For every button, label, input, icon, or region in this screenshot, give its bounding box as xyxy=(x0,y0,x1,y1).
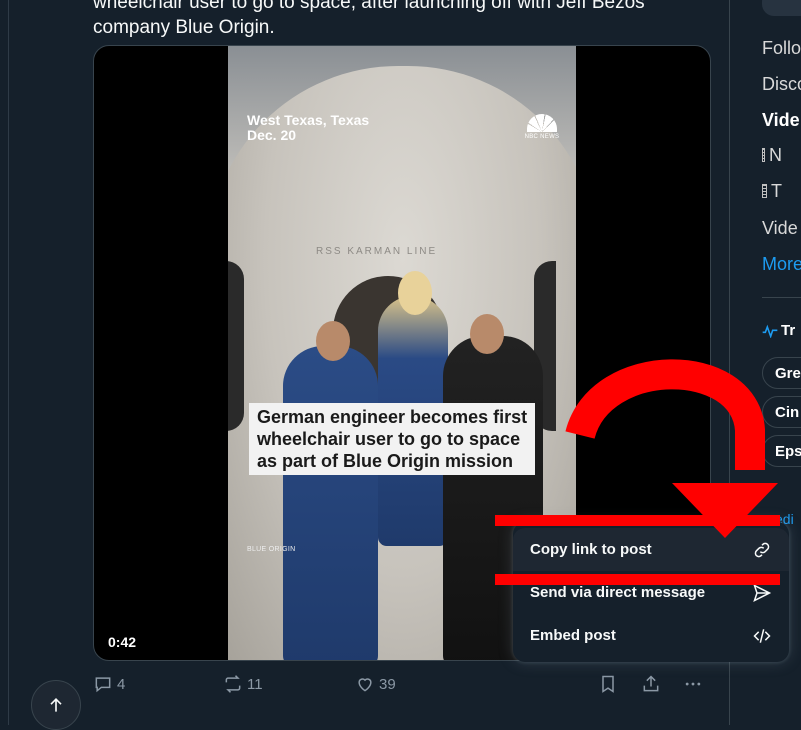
bookmark-icon xyxy=(602,675,614,693)
person-head xyxy=(398,271,432,315)
newspaper-icon xyxy=(762,148,765,162)
trend-chip[interactable]: Eps xyxy=(762,435,801,467)
video-caption: German engineer becomes first wheelchair… xyxy=(249,403,536,475)
menu-item-label: Embed post xyxy=(530,627,616,644)
person-head xyxy=(470,314,504,354)
more-button[interactable] xyxy=(683,674,703,694)
caption-line: as part of Blue Origin mission xyxy=(257,451,514,471)
repost-count: 11 xyxy=(247,675,263,693)
peacock-icon xyxy=(527,114,557,132)
send-icon xyxy=(753,583,772,602)
like-count: 39 xyxy=(379,675,396,693)
sidebar-item-discover[interactable]: Disco xyxy=(762,74,801,95)
person-head xyxy=(316,321,350,361)
reply-button[interactable]: 4 xyxy=(93,674,125,694)
sidebar-doc-label: N xyxy=(769,144,782,165)
sidebar-item-videos[interactable]: Vide xyxy=(762,218,798,239)
sidebar-item-video[interactable]: Vide xyxy=(762,110,800,131)
video-location: West Texas, Texas Dec. 20 xyxy=(247,113,369,143)
video-credit: BLUE ORIGIN xyxy=(247,546,296,553)
capsule-window xyxy=(228,261,244,431)
trend-chip[interactable]: Gre xyxy=(762,357,801,389)
date-text: Dec. 20 xyxy=(247,127,297,143)
reply-count: 4 xyxy=(117,675,126,693)
caption-line: German engineer becomes first xyxy=(257,407,528,427)
sidebar-divider xyxy=(762,297,801,298)
bookmark-button[interactable] xyxy=(598,674,618,694)
menu-item-label: Send via direct message xyxy=(530,584,706,601)
post-text-line: company Blue Origin. xyxy=(93,17,275,38)
share-menu: Copy link to post Send via direct messag… xyxy=(513,522,789,662)
search-box[interactable] xyxy=(762,0,801,16)
sidebar-more-link[interactable]: More xyxy=(762,254,801,275)
share-button[interactable] xyxy=(641,674,661,694)
trending-icon xyxy=(762,324,778,338)
sidebar-doc-label: T xyxy=(771,180,782,201)
trending-label: Tr xyxy=(781,322,796,339)
sidebar-item-doc2[interactable]: T xyxy=(762,180,782,201)
repost-button[interactable]: 11 xyxy=(223,674,263,694)
sidebar-item-doc1[interactable]: N xyxy=(762,144,782,165)
location-text: West Texas, Texas xyxy=(247,112,370,128)
trend-chip[interactable]: Cin xyxy=(762,396,801,428)
menu-item-copy-link[interactable]: Copy link to post xyxy=(513,528,789,571)
nbc-logo: NBC NEWS xyxy=(522,114,562,140)
code-icon xyxy=(753,628,771,643)
share-icon xyxy=(643,675,659,692)
newspaper-icon xyxy=(762,184,767,198)
menu-item-label: Copy link to post xyxy=(530,541,652,558)
more-icon xyxy=(685,682,701,686)
trending-heading: Tr xyxy=(762,322,795,339)
capsule-label: RSS KARMAN LINE xyxy=(316,246,438,257)
sidebar-item-following[interactable]: Follo xyxy=(762,38,801,59)
person-figure xyxy=(283,346,378,660)
left-divider xyxy=(8,0,9,725)
post-text: wheelchair user to go to space, after la… xyxy=(93,0,713,40)
caption-line: wheelchair user to go to space xyxy=(257,429,521,449)
post-text-line: wheelchair user to go to space, after la… xyxy=(93,0,649,13)
post-actions: 4 11 39 xyxy=(93,674,713,698)
heart-icon xyxy=(358,678,372,692)
menu-item-send-dm[interactable]: Send via direct message xyxy=(513,571,789,614)
reply-icon xyxy=(95,677,111,693)
link-icon xyxy=(754,542,770,557)
menu-item-embed[interactable]: Embed post xyxy=(513,614,789,657)
video-duration: 0:42 xyxy=(108,634,137,650)
nbc-logo-text: NBC NEWS xyxy=(524,134,560,140)
scroll-to-top-button[interactable] xyxy=(31,680,81,730)
repost-icon xyxy=(225,675,241,693)
arrow-up-icon xyxy=(50,697,62,712)
like-button[interactable]: 39 xyxy=(355,674,396,694)
